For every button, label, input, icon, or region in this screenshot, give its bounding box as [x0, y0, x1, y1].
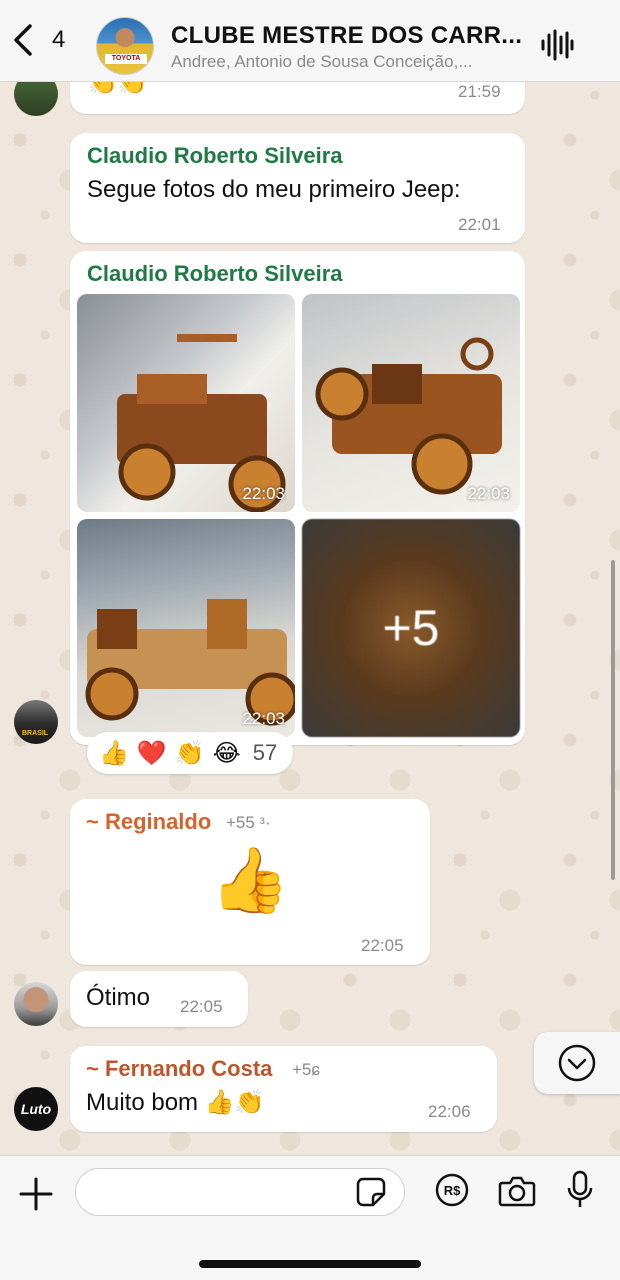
- message-bubble[interactable]: ~ Fernando Costa +5ɕ Muito bom 👍👏 22:06: [70, 1046, 497, 1132]
- sender-name[interactable]: ~ Reginaldo: [86, 809, 211, 835]
- message-text: Segue fotos do meu primeiro Jeep:: [87, 176, 461, 203]
- microphone-icon: [567, 1170, 593, 1207]
- composer-bar: R$: [0, 1155, 620, 1280]
- photo-album-bubble[interactable]: Claudio Roberto Silveira 22:03 22:03 22:…: [70, 251, 525, 745]
- plus-icon: [19, 1177, 53, 1211]
- reaction-thumbs-up: 👍: [99, 739, 129, 767]
- message-text: Ótimo: [86, 984, 151, 1011]
- wooden-jeep-image: [315, 337, 502, 495]
- message-bubble[interactable]: Claudio Roberto Silveira Segue fotos do …: [70, 133, 525, 243]
- home-indicator: [199, 1260, 421, 1268]
- photo-thumbnail[interactable]: 22:03: [77, 294, 295, 512]
- photo-time: 22:03: [467, 484, 510, 503]
- back-button[interactable]: 4: [10, 22, 65, 58]
- waveform-icon: [541, 29, 574, 61]
- microphone-button[interactable]: [566, 1170, 594, 1215]
- wooden-jeep-image: [117, 334, 286, 512]
- chevron-left-icon: [14, 24, 32, 56]
- reaction-count: 57: [252, 740, 278, 765]
- sticker-button[interactable]: [356, 1177, 386, 1212]
- message-bubble[interactable]: Ótimo 22:05: [70, 971, 248, 1027]
- camera-icon: [498, 1176, 536, 1207]
- group-avatar-label: TOYOTA: [105, 54, 147, 64]
- voice-chat-button[interactable]: [540, 28, 574, 67]
- reaction-laugh: 😂: [212, 739, 241, 767]
- scrollbar[interactable]: [611, 560, 615, 880]
- avatar[interactable]: Luto: [14, 1087, 58, 1131]
- group-avatar[interactable]: TOYOTA: [96, 17, 154, 75]
- chevron-down-circle-icon: [558, 1044, 596, 1082]
- wooden-jeep-image: [85, 599, 295, 726]
- reaction-clap: 👏: [174, 739, 205, 767]
- svg-text:R$: R$: [444, 1183, 461, 1198]
- camera-button[interactable]: [498, 1175, 536, 1212]
- message-time: 22:05: [361, 936, 404, 955]
- message-text: Muito bom 👍👏: [86, 1089, 265, 1116]
- group-title[interactable]: CLUBE MESTRE DOS CARR...: [171, 22, 526, 50]
- sender-name[interactable]: ~ Fernando Costa: [86, 1056, 272, 1082]
- reaction-heart: ❤️: [136, 739, 167, 767]
- chat-header: 4 TOYOTA CLUBE MESTRE DOS CARR... Andree…: [0, 0, 620, 82]
- unread-count: 4: [52, 26, 66, 53]
- reactions-bar[interactable]: 👍 ❤️ 👏 😂 57: [87, 732, 293, 774]
- avatar[interactable]: BRASIL: [14, 700, 58, 744]
- message-emoji: 👍: [210, 844, 290, 916]
- sender-phone: +55 ᵌ·: [226, 813, 271, 832]
- group-members[interactable]: Andree, Antonio de Sousa Conceição,...: [171, 52, 516, 72]
- avatar-label: Luto: [20, 1101, 52, 1117]
- photo-time: 22:03: [242, 484, 285, 503]
- sticker-icon: [356, 1177, 386, 1207]
- photo-thumbnail[interactable]: 22:03: [302, 294, 520, 512]
- message-time: 22:06: [428, 1102, 471, 1121]
- message-bubble[interactable]: ~ Reginaldo +55 ᵌ· 👍 22:05: [70, 799, 430, 965]
- more-photos-thumbnail[interactable]: +5: [302, 519, 520, 737]
- payment-button[interactable]: R$: [435, 1173, 469, 1212]
- scroll-to-bottom-button[interactable]: [534, 1032, 620, 1094]
- avatar[interactable]: [14, 982, 58, 1026]
- sender-phone: +5ɕ: [292, 1060, 320, 1079]
- message-time: 22:05: [180, 997, 223, 1016]
- more-photos-count: +5: [382, 600, 440, 656]
- message-time: 22:01: [458, 215, 501, 234]
- sender-name[interactable]: Claudio Roberto Silveira: [87, 261, 343, 287]
- message-time: 21:59: [458, 82, 501, 101]
- avatar-label: BRASIL: [22, 730, 49, 737]
- brl-payment-icon: R$: [435, 1173, 469, 1207]
- photo-time: 22:03: [242, 709, 285, 728]
- sender-name[interactable]: Claudio Roberto Silveira: [87, 143, 343, 169]
- attach-button[interactable]: [18, 1176, 54, 1217]
- photo-thumbnail[interactable]: 22:03: [77, 519, 295, 737]
